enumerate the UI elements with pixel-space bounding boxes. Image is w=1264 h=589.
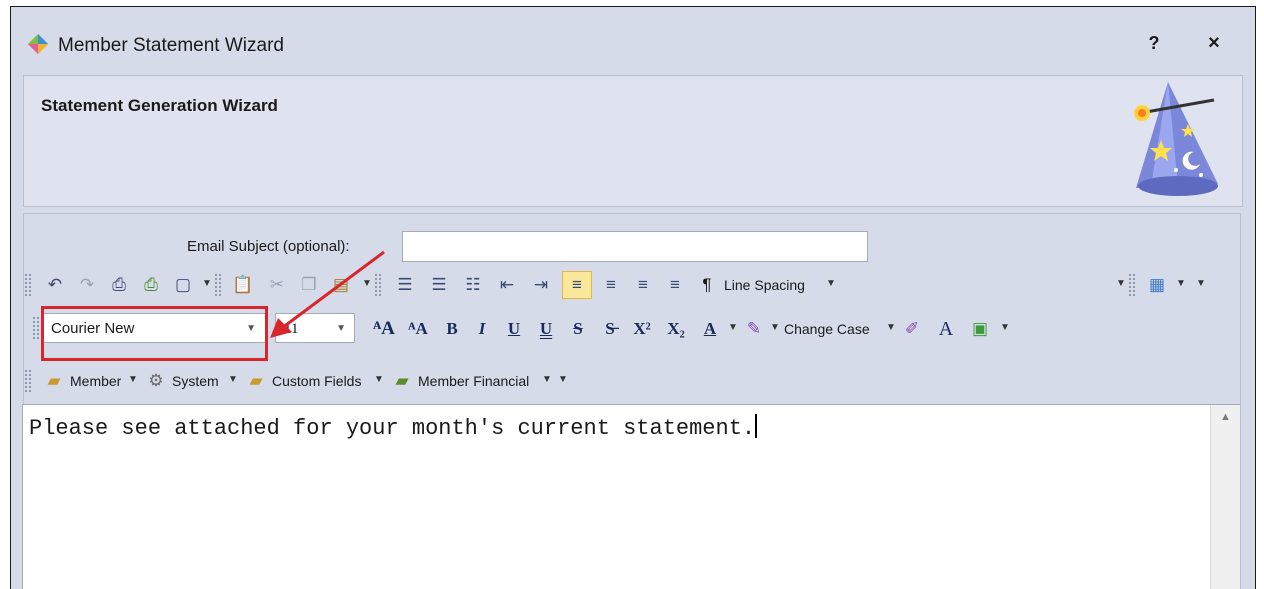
toolbar-grip[interactable] xyxy=(32,316,40,340)
find-icon[interactable]: ▢ xyxy=(170,271,196,299)
email-subject-input[interactable] xyxy=(402,231,868,262)
insert-picture-icon[interactable]: ▣ xyxy=(968,315,992,343)
italic-icon[interactable]: I xyxy=(470,315,494,343)
change-case-button[interactable]: Change Case xyxy=(784,321,870,337)
toolbar-overflow-icon[interactable]: ▼ xyxy=(1116,278,1126,289)
toolbar-grip[interactable] xyxy=(24,273,32,297)
toolbar-grip[interactable] xyxy=(1128,273,1136,297)
app-icon xyxy=(28,34,48,54)
decrease-indent-icon[interactable]: ⇤ xyxy=(494,271,520,299)
toolbar-grip[interactable] xyxy=(214,273,222,297)
table-dropdown-icon[interactable]: ▼ xyxy=(1176,278,1186,289)
editor-text: Please see attached for your month's cur… xyxy=(29,416,756,441)
toolbar-overflow-icon[interactable]: ▼ xyxy=(1196,278,1206,289)
wizard-hat-icon xyxy=(1134,82,1218,196)
paste-icon[interactable]: 📋 xyxy=(230,271,256,299)
system-dropdown-icon[interactable]: ▼ xyxy=(228,374,238,385)
title-bar: Member Statement Wizard ? × xyxy=(11,7,1255,69)
double-strikethrough-icon[interactable]: S̶ xyxy=(598,315,622,343)
font-color-icon[interactable]: A xyxy=(698,315,722,343)
editor-content[interactable]: Please see attached for your month's cur… xyxy=(29,414,758,441)
numbering-icon[interactable]: ☰ xyxy=(426,271,452,299)
annotation-highlight-box xyxy=(41,306,268,361)
line-spacing-button[interactable]: Line Spacing xyxy=(724,277,805,293)
redo-icon[interactable]: ↷ xyxy=(74,271,100,299)
wizard-header: Statement Generation Wizard xyxy=(23,75,1243,207)
undo-icon[interactable]: ↶ xyxy=(42,271,68,299)
table-icon[interactable]: ▦ xyxy=(1144,271,1170,299)
toolbar-overflow-icon[interactable]: ▼ xyxy=(1000,322,1010,333)
toolbar-grip[interactable] xyxy=(24,369,32,393)
toolbar-formatting-1: ↶ ↷ ⎙ ⎙ ▢ ▼ 📋 ✂ ❐ ▤ ▼ ☰ ☰ ☷ ⇤ ⇥ ≡ ≡ ≡ ≡ … xyxy=(24,268,1240,302)
help-button[interactable]: ? xyxy=(1143,33,1165,57)
custom-fields-folder-icon: ▰ xyxy=(249,371,263,390)
page-title: Statement Generation Wizard xyxy=(41,96,278,115)
custom-fields-dropdown-icon[interactable]: ▼ xyxy=(374,374,384,385)
multilevel-list-icon[interactable]: ☷ xyxy=(460,271,486,299)
money-icon: ▰ xyxy=(395,371,409,390)
print-icon[interactable]: ⎙ xyxy=(106,271,132,299)
member-financial-menu[interactable]: Member Financial xyxy=(418,373,529,389)
highlight-icon[interactable]: ✎ xyxy=(742,315,766,343)
member-financial-dropdown-icon[interactable]: ▼ xyxy=(542,374,552,385)
toolbar-overflow-icon[interactable]: ▼ xyxy=(558,374,568,385)
member-menu[interactable]: Member xyxy=(70,373,121,389)
justify-icon[interactable]: ≡ xyxy=(662,271,688,299)
subscript-icon[interactable]: X₂ xyxy=(664,315,688,343)
clear-formatting-icon[interactable]: ✐ xyxy=(900,315,924,343)
shrink-font-icon[interactable]: ᴬA xyxy=(404,315,432,343)
system-menu[interactable]: System xyxy=(172,373,219,389)
align-right-icon[interactable]: ≡ xyxy=(630,271,656,299)
print-preview-icon[interactable]: ⎙ xyxy=(138,271,164,299)
toolbar-merge-fields: ▰ Member ▼ ⚙ System ▼ ▰ Custom Fields ▼ … xyxy=(24,364,724,398)
font-dialog-icon[interactable]: A xyxy=(934,315,958,343)
annotation-arrow xyxy=(270,250,385,338)
double-underline-icon[interactable]: U xyxy=(534,315,558,343)
change-case-dropdown-icon[interactable]: ▼ xyxy=(886,322,896,333)
align-center-icon[interactable]: ≡ xyxy=(598,271,624,299)
font-color-dropdown-icon[interactable]: ▼ xyxy=(728,322,738,333)
superscript-icon[interactable]: X² xyxy=(630,315,654,343)
show-formatting-icon[interactable]: ¶ xyxy=(694,271,720,299)
highlight-dropdown-icon[interactable]: ▼ xyxy=(770,322,780,333)
scroll-up-icon[interactable]: ▲ xyxy=(1220,411,1231,423)
close-button[interactable]: × xyxy=(1201,32,1227,58)
strikethrough-icon[interactable]: S xyxy=(566,315,590,343)
align-left-icon[interactable]: ≡ xyxy=(562,271,592,299)
member-folder-icon: ▰ xyxy=(47,371,61,390)
member-dropdown-icon[interactable]: ▼ xyxy=(128,374,138,385)
line-spacing-dropdown-icon[interactable]: ▼ xyxy=(826,278,836,289)
window-title: Member Statement Wizard xyxy=(58,35,284,56)
bold-icon[interactable]: B xyxy=(440,315,464,343)
editor-scrollbar[interactable]: ▲ xyxy=(1210,405,1240,589)
system-gear-icon: ⚙ xyxy=(148,371,164,390)
text-caret xyxy=(755,414,758,438)
toolbar-overflow-icon[interactable]: ▼ xyxy=(202,278,212,289)
custom-fields-menu[interactable]: Custom Fields xyxy=(272,373,361,389)
toolbar-formatting-2: ᴬA ᴬA B I U U S S̶ X² X₂ A ▼ ✎ ▼ Change … xyxy=(360,312,1220,346)
underline-icon[interactable]: U xyxy=(502,315,526,343)
increase-indent-icon[interactable]: ⇥ xyxy=(528,271,554,299)
